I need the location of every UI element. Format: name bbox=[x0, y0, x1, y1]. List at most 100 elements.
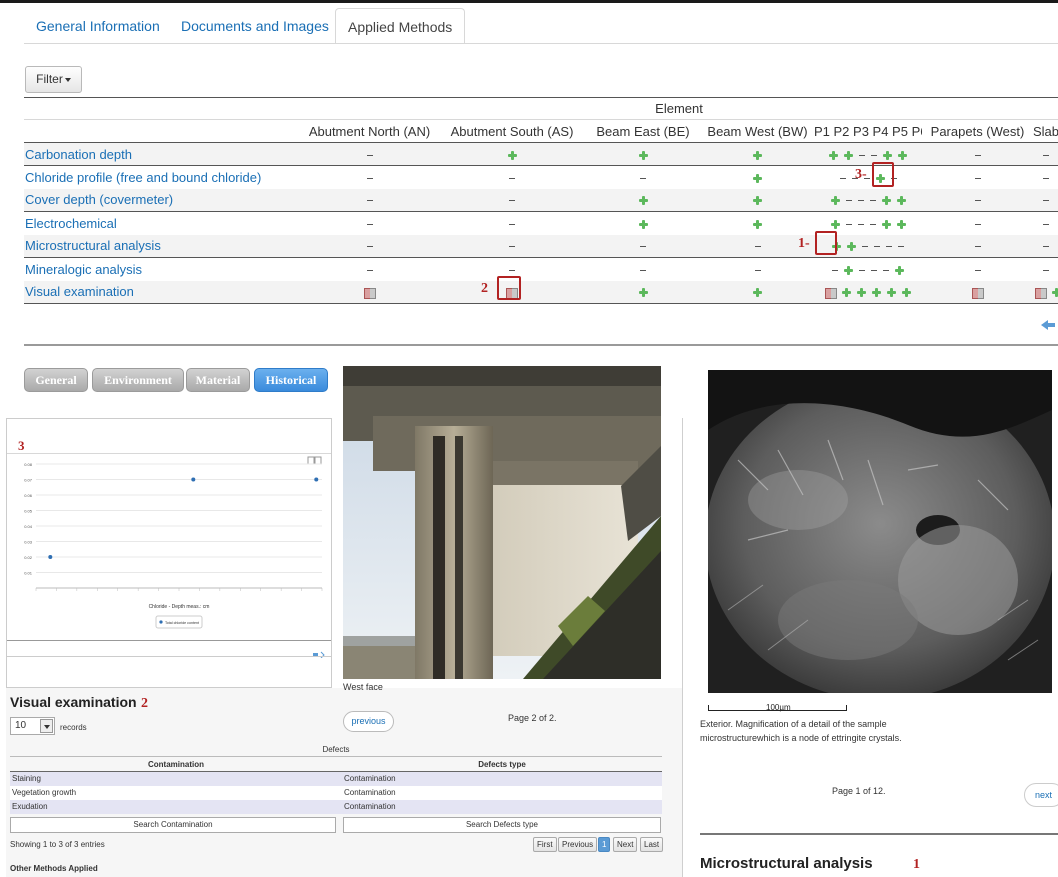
dash-icon bbox=[859, 154, 865, 156]
next-button[interactable]: next bbox=[1024, 783, 1058, 807]
plus-icon[interactable] bbox=[881, 196, 891, 206]
book-icon[interactable] bbox=[824, 288, 837, 300]
method-cell bbox=[585, 188, 701, 212]
plus-icon[interactable] bbox=[753, 219, 762, 229]
dash-icon bbox=[845, 223, 852, 225]
records-select[interactable]: 10 bbox=[10, 717, 55, 735]
method-cell bbox=[300, 280, 439, 304]
col-header-contamination[interactable]: Contamination bbox=[10, 756, 342, 772]
method-link[interactable]: Carbonation depth bbox=[24, 142, 300, 166]
method-link[interactable]: Electrochemical bbox=[24, 211, 300, 235]
plus-icon[interactable] bbox=[507, 150, 517, 160]
detail-tab-environment[interactable]: Environment bbox=[92, 368, 184, 392]
plus-icon[interactable] bbox=[856, 288, 866, 298]
plus-icon[interactable] bbox=[883, 150, 892, 160]
tab-general-information[interactable]: General Information bbox=[24, 8, 172, 44]
scale-tick-right bbox=[846, 705, 847, 711]
pager-last-button[interactable]: Last bbox=[640, 837, 664, 852]
dash-icon bbox=[366, 200, 373, 202]
plus-icon[interactable] bbox=[753, 196, 762, 206]
dash-icon bbox=[366, 177, 373, 179]
plus-icon[interactable] bbox=[829, 150, 838, 160]
filter-button[interactable]: Filter bbox=[25, 66, 82, 93]
y-tick-label: 0.08 bbox=[24, 462, 33, 467]
pager-previous-button[interactable]: Previous bbox=[558, 837, 598, 852]
dash-icon bbox=[509, 200, 515, 202]
chart-menu-icon[interactable] bbox=[307, 456, 315, 465]
method-link[interactable]: Chloride profile (free and bound chlorid… bbox=[24, 165, 300, 189]
plus-icon[interactable] bbox=[895, 265, 904, 275]
dash-icon bbox=[509, 177, 515, 179]
method-cell bbox=[922, 211, 1033, 235]
dash-icon bbox=[857, 223, 864, 225]
plus-icon[interactable] bbox=[886, 288, 896, 298]
plus-icon[interactable] bbox=[896, 219, 906, 229]
plus-icon[interactable] bbox=[841, 288, 851, 298]
tab-applied-methods[interactable]: Applied Methods bbox=[335, 8, 466, 44]
chart-divider bbox=[7, 640, 331, 641]
pager-page-button[interactable]: 1 bbox=[598, 837, 611, 852]
dash-icon bbox=[859, 269, 865, 271]
method-link[interactable]: Mineralogic analysis bbox=[24, 257, 300, 281]
bridge-photo bbox=[343, 366, 661, 679]
search-contamination-input[interactable]: Search Contamination bbox=[10, 817, 336, 833]
method-row: Cover depth (covermeter) bbox=[24, 188, 1058, 212]
plus-icon[interactable] bbox=[638, 150, 648, 160]
previous-button[interactable]: previous bbox=[343, 711, 394, 732]
method-row: Electrochemical bbox=[24, 211, 1058, 235]
annotation-side-3: 3 bbox=[18, 438, 25, 453]
plus-icon[interactable] bbox=[898, 150, 907, 160]
col-header-defects-type[interactable]: Defects type bbox=[342, 756, 662, 772]
col-header: Beam West (BW) bbox=[701, 119, 814, 143]
plus-icon[interactable] bbox=[638, 196, 648, 206]
dash-icon bbox=[640, 246, 646, 248]
plus-icon[interactable] bbox=[844, 265, 853, 275]
plus-icon[interactable] bbox=[638, 219, 648, 229]
plus-icon[interactable] bbox=[847, 242, 856, 252]
search-defects-type-input[interactable]: Search Defects type bbox=[343, 817, 661, 833]
plus-icon[interactable] bbox=[753, 150, 762, 160]
plus-icon[interactable] bbox=[1052, 288, 1058, 298]
method-link[interactable]: Cover depth (covermeter) bbox=[24, 188, 300, 212]
data-point[interactable] bbox=[48, 555, 53, 559]
dash-icon bbox=[871, 269, 877, 271]
expand-icon[interactable] bbox=[313, 645, 325, 659]
detail-tab-material[interactable]: Material bbox=[186, 368, 250, 392]
dash-icon bbox=[1042, 269, 1049, 271]
plus-icon[interactable] bbox=[753, 288, 762, 298]
method-link[interactable]: Microstructural analysis bbox=[24, 234, 300, 258]
book-icon[interactable] bbox=[971, 288, 984, 300]
detail-tab-historical[interactable]: Historical bbox=[254, 368, 328, 392]
book-icon[interactable] bbox=[1035, 288, 1047, 300]
cell: Staining bbox=[10, 771, 342, 786]
chart-export-icon[interactable] bbox=[314, 456, 322, 465]
applied-methods-table: Element Abutment North (AN) Abutment Sou… bbox=[24, 97, 1058, 304]
detail-tab-general[interactable]: General bbox=[24, 368, 88, 392]
col-header: Beam East (BE) bbox=[585, 119, 701, 143]
plus-icon[interactable] bbox=[871, 288, 881, 298]
plus-icon[interactable] bbox=[638, 288, 648, 298]
plus-icon[interactable] bbox=[901, 288, 911, 298]
dash-icon bbox=[366, 246, 373, 248]
tab-documents-and-images[interactable]: Documents and Images bbox=[169, 8, 341, 44]
element-group-header: Element bbox=[300, 97, 1058, 120]
pager-first-button[interactable]: First bbox=[533, 837, 557, 852]
data-point[interactable] bbox=[191, 477, 196, 482]
plus-icon[interactable] bbox=[844, 150, 853, 160]
plus-icon[interactable] bbox=[830, 219, 840, 229]
method-cell bbox=[922, 142, 1033, 166]
plus-icon[interactable] bbox=[830, 196, 840, 206]
book-icon[interactable] bbox=[363, 288, 376, 300]
method-link[interactable]: Visual examination bbox=[24, 280, 300, 304]
plus-icon[interactable] bbox=[896, 196, 906, 206]
data-point[interactable] bbox=[314, 477, 319, 482]
photo-caption: West face bbox=[343, 682, 383, 692]
y-tick-label: 0.07 bbox=[24, 478, 33, 483]
dash-icon bbox=[509, 269, 515, 271]
plus-icon[interactable] bbox=[753, 173, 762, 183]
pager-next-button[interactable]: Next bbox=[613, 837, 638, 852]
plus-icon[interactable] bbox=[881, 219, 891, 229]
method-cell bbox=[701, 142, 814, 166]
dash-icon bbox=[509, 223, 515, 225]
method-cell bbox=[922, 234, 1033, 258]
